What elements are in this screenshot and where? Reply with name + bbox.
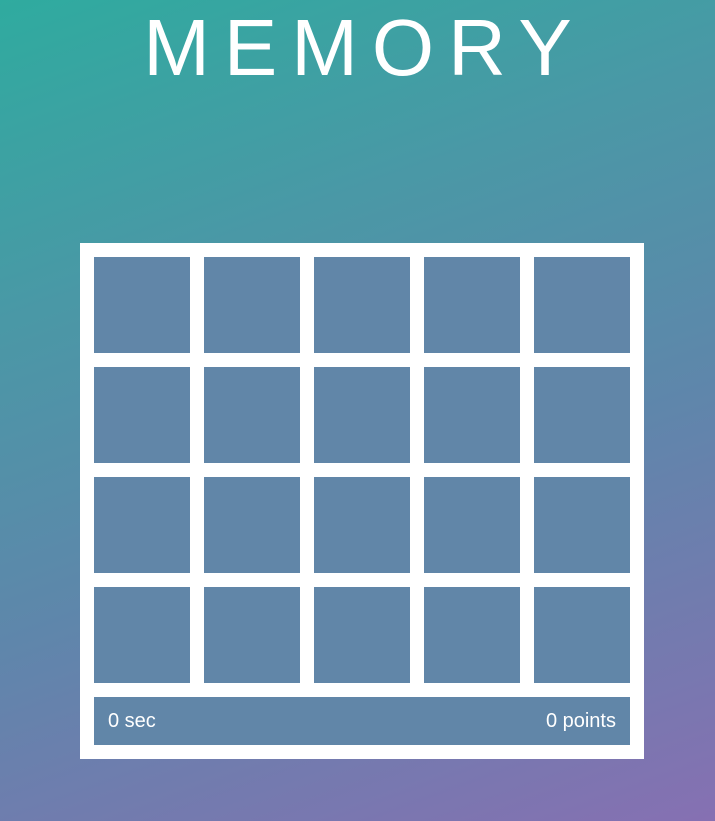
card[interactable] [204,257,300,353]
score-display: 0 points [545,710,616,732]
card-grid [94,257,630,683]
card[interactable] [204,477,300,573]
card[interactable] [424,587,520,683]
card[interactable] [204,587,300,683]
card[interactable] [534,477,630,573]
card[interactable] [534,587,630,683]
card[interactable] [424,477,520,573]
card[interactable] [94,367,190,463]
card[interactable] [314,587,410,683]
card[interactable] [204,367,300,463]
card[interactable] [534,257,630,353]
card[interactable] [424,367,520,463]
card[interactable] [534,367,630,463]
card[interactable] [314,257,410,353]
card[interactable] [94,477,190,573]
status-bar: 0 sec 0 points [94,697,630,745]
card[interactable] [94,257,190,353]
card[interactable] [94,587,190,683]
card[interactable] [424,257,520,353]
card[interactable] [314,367,410,463]
game-board: 0 sec 0 points [80,243,644,759]
card[interactable] [314,477,410,573]
timer-display: 0 sec [108,710,156,732]
game-title: MEMORY [143,3,586,92]
